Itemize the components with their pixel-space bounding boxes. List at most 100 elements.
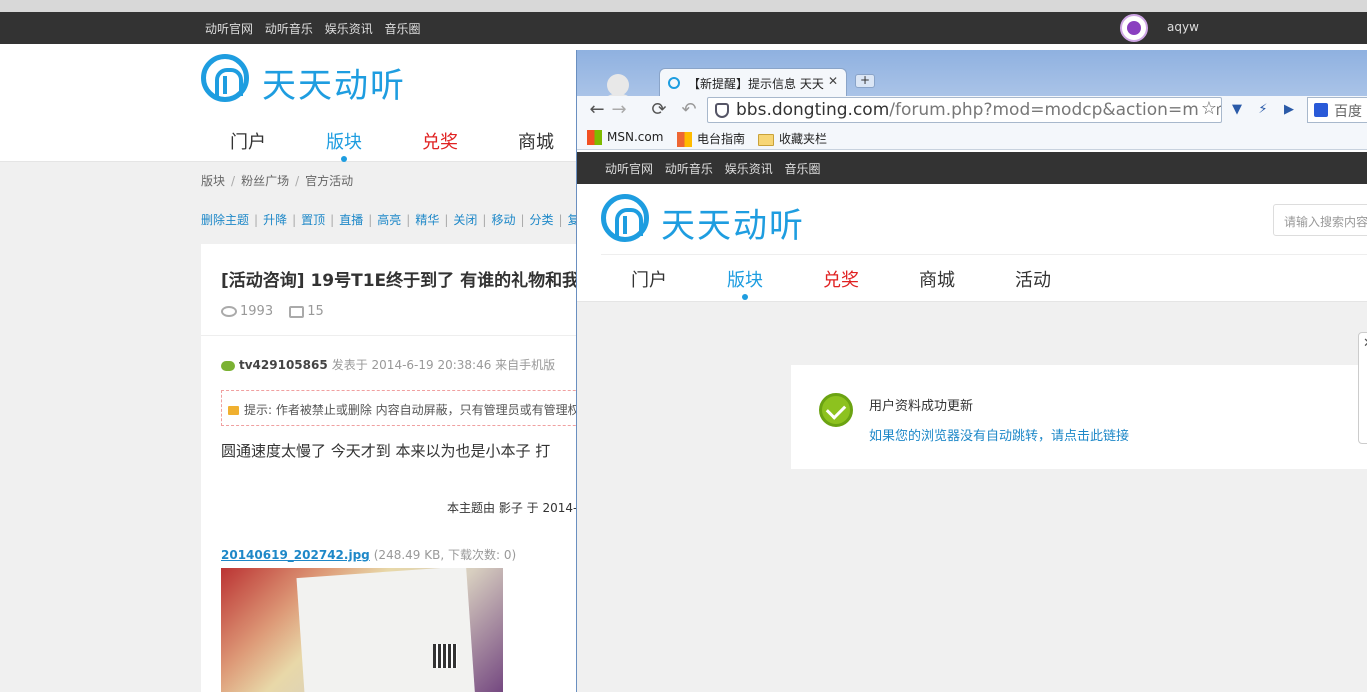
radio-guide-icon bbox=[677, 132, 692, 147]
search-engine-box[interactable]: 百度 bbox=[1307, 97, 1367, 123]
top-link-official[interactable]: 动听官网 bbox=[205, 22, 253, 36]
breadcrumb-item[interactable]: 版块 bbox=[201, 174, 225, 188]
nav-portal[interactable]: 门户 bbox=[200, 128, 296, 154]
top-link-music[interactable]: 动听音乐 bbox=[265, 22, 313, 36]
baidu-paw-icon bbox=[1314, 103, 1328, 117]
lightning-icon[interactable]: ⚡ bbox=[1251, 98, 1275, 122]
security-shield-icon bbox=[715, 103, 729, 118]
url-path: /forum.php?mod=modcp&action=memb bbox=[889, 100, 1222, 120]
logo-icon[interactable] bbox=[601, 194, 649, 242]
top-link-circle[interactable]: 音乐圈 bbox=[385, 22, 421, 36]
bookmark-label: 电台指南 bbox=[697, 132, 746, 146]
site-search-input[interactable]: 请输入搜索内容 bbox=[1273, 204, 1367, 236]
mod-action[interactable]: 关闭 bbox=[453, 213, 477, 227]
favicon-icon bbox=[668, 77, 680, 89]
attachment-meta: (248.49 KB, 下载次数: 0) bbox=[373, 548, 517, 562]
comment-icon bbox=[289, 305, 305, 318]
top-link-news[interactable]: 娱乐资讯 bbox=[325, 22, 373, 36]
logo-text[interactable]: 天天动听 bbox=[661, 198, 805, 247]
mod-action[interactable]: 升降 bbox=[263, 213, 287, 227]
search-engine-label: 百度 bbox=[1334, 104, 1362, 120]
username[interactable]: aqyw bbox=[1167, 20, 1199, 34]
nav-forum[interactable]: 版块 bbox=[697, 266, 793, 300]
redirect-link[interactable]: 如果您的浏览器没有自动跳转，请点击此链接 bbox=[869, 425, 1129, 444]
message-title: 用户资料成功更新 bbox=[869, 399, 974, 414]
profile-icon[interactable] bbox=[601, 74, 635, 108]
logo-icon[interactable] bbox=[201, 54, 249, 102]
breadcrumb: 版块 / 粉丝广场 / 官方活动 bbox=[201, 174, 354, 188]
avatar[interactable] bbox=[1120, 14, 1148, 42]
nav-redeem[interactable]: 兑奖 bbox=[392, 128, 488, 154]
folder-icon bbox=[758, 133, 774, 146]
success-check-icon bbox=[819, 393, 853, 427]
main-nav: 门户 版块 兑奖 商城 活动 bbox=[601, 266, 1081, 300]
post-body: 圆通速度太慢了 今天才到 本来以为也是小本子 打 bbox=[221, 442, 551, 460]
mod-action[interactable]: 分类 bbox=[530, 213, 554, 227]
dropdown-arrow-icon[interactable]: ▼ bbox=[1225, 98, 1249, 122]
close-icon[interactable]: ✕ bbox=[1363, 336, 1367, 351]
top-link-circle[interactable]: 音乐圈 bbox=[785, 162, 821, 176]
top-link-music[interactable]: 动听音乐 bbox=[665, 162, 713, 176]
post-stats: 1993 15 bbox=[221, 304, 324, 319]
undo-close-icon[interactable]: ↶ bbox=[677, 99, 701, 121]
bookmark-radio[interactable]: 电台指南 bbox=[677, 130, 745, 147]
post-card: [活动咨询] 19号T1E终于到了 有谁的礼物和我 1993 15 tv4291… bbox=[201, 244, 581, 692]
top-link-news[interactable]: 娱乐资讯 bbox=[725, 162, 773, 176]
moderator-actions: 删除主题|升降|置顶|直播|高亮|精华|关闭|移动|分类|复制 bbox=[201, 211, 592, 228]
success-message: 用户资料成功更新 如果您的浏览器没有自动跳转，请点击此链接 bbox=[791, 365, 1367, 469]
reply-count: 15 bbox=[307, 304, 324, 319]
bookmark-msn[interactable]: MSN.com bbox=[587, 130, 663, 145]
breadcrumb-item[interactable]: 粉丝广场 bbox=[241, 174, 289, 188]
post-title: [活动咨询] 19号T1E终于到了 有谁的礼物和我 bbox=[221, 271, 580, 291]
site-topbar: 动听官网 动听音乐 娱乐资讯 音乐圈 aqyw bbox=[0, 12, 1367, 44]
bookmark-label: MSN.com bbox=[607, 130, 664, 144]
nav-portal[interactable]: 门户 bbox=[601, 266, 697, 292]
top-links: 动听官网 动听音乐 娱乐资讯 音乐圈 bbox=[205, 20, 429, 37]
notice-text: 提示: 作者被禁止或删除 内容自动屏蔽，只有管理员或有管理权 bbox=[244, 403, 580, 417]
site-header: 天天动听 请输入搜索内容 门户 版块 兑奖 商城 活动 bbox=[577, 184, 1367, 302]
nav-mall[interactable]: 商城 bbox=[488, 128, 584, 154]
window-top-strip bbox=[0, 0, 1367, 12]
address-bar[interactable]: bbs.dongting.com/forum.php?mod=modcp&act… bbox=[707, 97, 1222, 123]
main-nav: 门户 版块 兑奖 商城 bbox=[200, 128, 584, 162]
reload-icon[interactable]: ⟳ bbox=[647, 99, 671, 121]
page-content: 用户资料成功更新 如果您的浏览器没有自动跳转，请点击此链接 ✕ bbox=[577, 302, 1367, 692]
bookmark-label: 收藏夹栏 bbox=[779, 132, 828, 146]
browser-tab[interactable]: 【新提醒】提示信息 天天 ✕ bbox=[659, 68, 847, 96]
attachment-link[interactable]: 20140619_202742.jpg bbox=[221, 548, 370, 562]
forward-icon[interactable]: → bbox=[607, 99, 631, 121]
bookmarks-bar: MSN.com 电台指南 收藏夹栏 bbox=[577, 126, 1367, 150]
attachment-line: 20140619_202742.jpg (248.49 KB, 下载次数: 0) bbox=[221, 546, 516, 563]
nav-mall[interactable]: 商城 bbox=[889, 266, 985, 292]
browser-window: 【新提醒】提示信息 天天 ✕ + ← → ⟳ ↶ bbs.dongting.co… bbox=[576, 50, 1367, 692]
qr-code-icon bbox=[433, 644, 457, 668]
mod-action[interactable]: 置顶 bbox=[301, 213, 325, 227]
close-tab-icon[interactable]: ✕ bbox=[828, 74, 838, 88]
breadcrumb-item[interactable]: 官方活动 bbox=[305, 174, 353, 188]
mod-action[interactable]: 移动 bbox=[491, 213, 515, 227]
divider bbox=[601, 254, 1367, 255]
site-topbar: 动听官网 动听音乐 娱乐资讯 音乐圈 bbox=[577, 152, 1367, 184]
mod-action[interactable]: 高亮 bbox=[377, 213, 401, 227]
side-panel-tab[interactable]: ✕ bbox=[1358, 332, 1367, 444]
mod-action[interactable]: 删除主题 bbox=[201, 213, 249, 227]
author-name[interactable]: tv429105865 bbox=[239, 358, 328, 372]
logo-text[interactable]: 天天动听 bbox=[262, 58, 406, 107]
top-link-official[interactable]: 动听官网 bbox=[605, 162, 653, 176]
tab-title: 【新提醒】提示信息 天天 bbox=[688, 77, 824, 91]
bookmark-star-icon[interactable]: ☆ bbox=[1197, 98, 1217, 119]
bookmark-folder[interactable]: 收藏夹栏 bbox=[758, 130, 827, 147]
play-icon[interactable]: ▶ bbox=[1277, 98, 1301, 122]
new-tab-button[interactable]: + bbox=[855, 74, 875, 88]
nav-events[interactable]: 活动 bbox=[985, 266, 1081, 292]
mod-action[interactable]: 精华 bbox=[415, 213, 439, 227]
lock-icon bbox=[228, 406, 239, 415]
author-line: tv429105865 发表于 2014-6-19 20:38:46 来自手机版 bbox=[221, 356, 555, 373]
nav-forum[interactable]: 版块 bbox=[296, 128, 392, 162]
user-face-icon bbox=[221, 360, 235, 371]
mod-action[interactable]: 直播 bbox=[339, 213, 363, 227]
attachment-image[interactable] bbox=[221, 568, 503, 692]
nav-redeem[interactable]: 兑奖 bbox=[793, 266, 889, 292]
back-icon[interactable]: ← bbox=[585, 99, 609, 121]
post-meta: 发表于 2014-6-19 20:38:46 来自手机版 bbox=[331, 358, 556, 372]
